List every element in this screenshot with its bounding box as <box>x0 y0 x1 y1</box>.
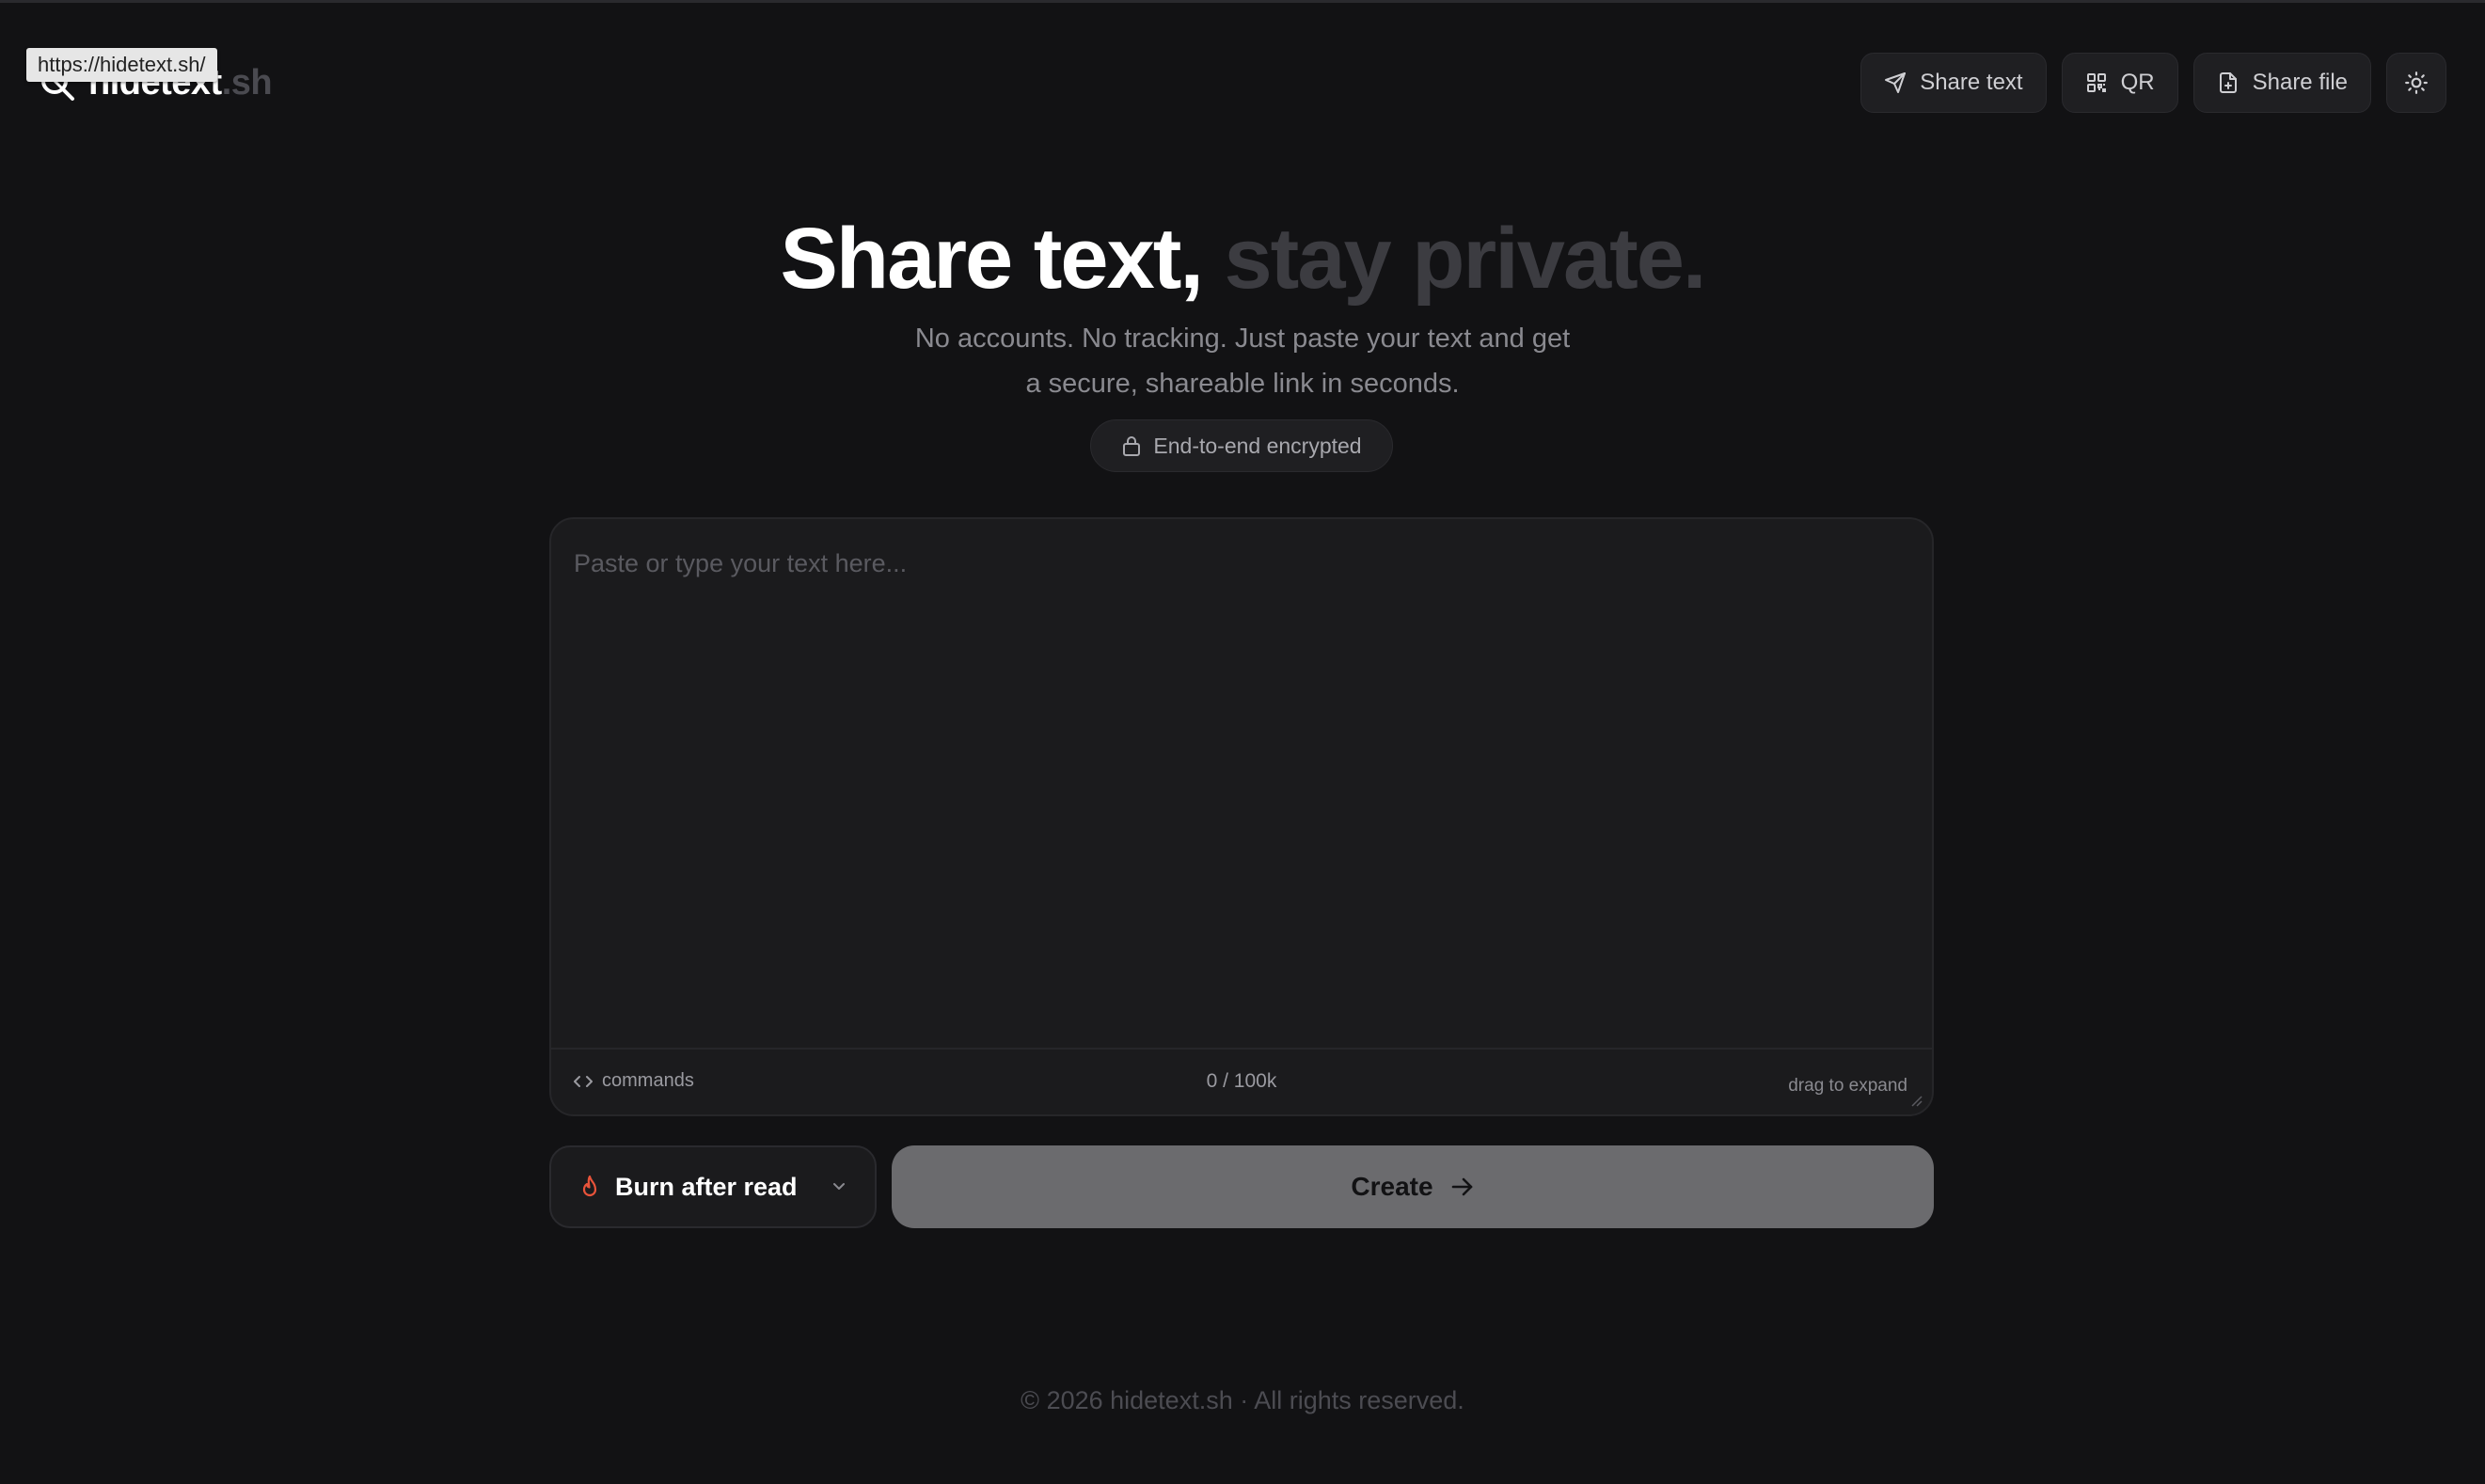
chevron-down-icon <box>833 1183 845 1190</box>
arrow-right-icon <box>1451 1177 1472 1196</box>
link-status-tooltip: https://hidetext.sh/ <box>26 48 217 82</box>
logo-tld: .sh <box>221 63 273 103</box>
create-button[interactable]: Create <box>892 1145 1934 1228</box>
hero-title-muted: stay private. <box>1224 211 1707 307</box>
commands-button[interactable]: commands <box>574 1070 694 1092</box>
drag-hint: drag to expand <box>1788 1076 1907 1096</box>
hero-subtitle-line-2: a secure, shareable link in seconds. <box>1025 369 1460 399</box>
expiry-select-label: Burn after read <box>615 1172 798 1201</box>
commands-label: commands <box>602 1070 694 1091</box>
resize-grip-icon[interactable] <box>1909 1094 1923 1107</box>
encryption-badge: End-to-end encrypted <box>1090 419 1393 472</box>
theme-toggle-button[interactable] <box>2386 53 2446 113</box>
qr-code-icon <box>2086 73 2106 92</box>
lock-icon <box>1123 436 1141 456</box>
nav-share-text-button[interactable]: Share text <box>1860 53 2047 113</box>
hero-subtitle: No accounts. No tracking. Just paste you… <box>0 316 2485 406</box>
hero-subtitle-line-1: No accounts. No tracking. Just paste you… <box>914 324 1571 354</box>
nav-share-text-label: Share text <box>1920 70 2023 95</box>
text-editor: commands 0 / 100k drag to expand <box>549 517 1934 1116</box>
window-top-border <box>0 0 2485 3</box>
hero-title: Share text, stay private. <box>0 207 2485 310</box>
flame-icon <box>582 1175 597 1197</box>
nav-qr-label: QR <box>2120 70 2155 95</box>
text-input[interactable] <box>551 519 1932 1048</box>
page-footer: © 2026 hidetext.sh · All rights reserved… <box>1021 1386 1464 1414</box>
create-button-label: Create <box>1351 1172 1433 1201</box>
nav-share-file-button[interactable]: Share file <box>2192 53 2371 113</box>
encryption-badge-label: End-to-end encrypted <box>1153 433 1362 458</box>
nav-qr-button[interactable]: QR <box>2061 53 2178 113</box>
sun-icon <box>2405 71 2428 94</box>
top-nav: Share text QR Share file <box>1860 53 2446 113</box>
expiry-select[interactable]: Burn after read <box>549 1145 877 1228</box>
nav-share-file-label: Share file <box>2252 70 2348 95</box>
hero-title-main: Share text, <box>780 211 1204 307</box>
file-upload-icon <box>2219 72 2237 93</box>
character-counter: 0 / 100k <box>1206 1070 1277 1092</box>
code-brackets-icon <box>574 1075 593 1087</box>
send-icon <box>1885 72 1907 93</box>
editor-footer: commands 0 / 100k drag to expand <box>551 1048 1932 1114</box>
